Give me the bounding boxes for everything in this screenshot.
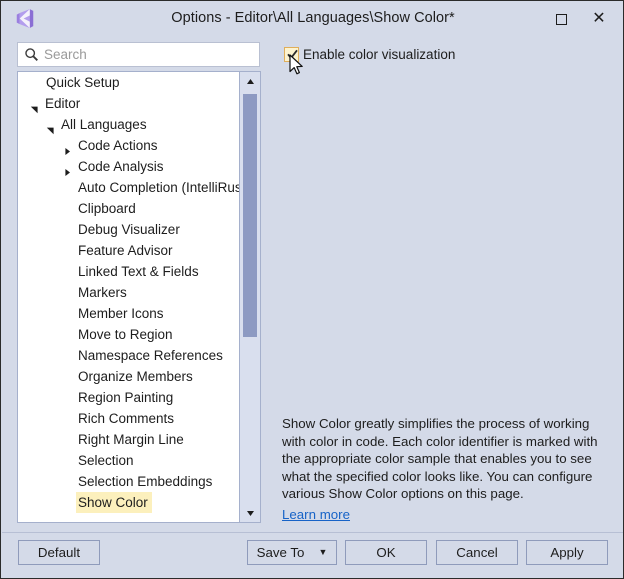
expander-collapsed-icon[interactable] xyxy=(63,162,72,176)
search-input[interactable] xyxy=(44,47,259,62)
expander-expanded-icon[interactable] xyxy=(46,120,55,135)
enable-color-visualization-row[interactable]: Enable color visualization xyxy=(284,46,455,63)
tree-item-label: Selection xyxy=(78,453,134,468)
tree-item-label: Code Actions xyxy=(78,138,158,153)
tree-item[interactable]: Editor xyxy=(18,93,239,114)
search-icon xyxy=(25,48,38,61)
tree-item-label: Linked Text & Fields xyxy=(78,264,199,279)
tree-item-label: Region Painting xyxy=(78,390,174,405)
tree-item-label: Markers xyxy=(78,285,127,300)
scrollbar-thumb[interactable] xyxy=(243,94,257,337)
tree-item[interactable]: Organize Members xyxy=(18,366,239,387)
tree-item[interactable]: Clipboard xyxy=(18,198,239,219)
enable-color-visualization-checkbox[interactable] xyxy=(284,47,299,62)
description-text: Show Color greatly simplifies the proces… xyxy=(282,416,598,501)
tree-item-label: Debug Visualizer xyxy=(78,222,180,237)
tree-item-label: Rich Comments xyxy=(78,411,175,426)
cancel-button[interactable]: Cancel xyxy=(436,540,518,565)
tree-item[interactable]: Selection xyxy=(18,450,239,471)
save-to-label: Save To xyxy=(256,545,305,560)
tree-item-label: Quick Setup xyxy=(46,75,120,90)
tree-item[interactable]: Debug Visualizer xyxy=(18,219,239,240)
scroll-up-icon xyxy=(246,78,254,84)
tree-item[interactable]: Rich Comments xyxy=(18,408,239,429)
tree-item-label: Feature Advisor xyxy=(78,243,173,258)
options-tree[interactable]: Quick Setup Editor All Languages Code Actio… xyxy=(18,72,239,522)
save-to-button[interactable]: Save To ▼ xyxy=(247,540,337,565)
maximize-button[interactable] xyxy=(542,5,580,33)
tree-item-label: Member Icons xyxy=(78,306,164,321)
tree-item[interactable]: Quick Setup xyxy=(18,72,239,93)
title-bar: Options - Editor\All Languages\Show Colo… xyxy=(2,2,623,35)
tree-item-label: Namespace References xyxy=(78,348,223,363)
window-title: Options - Editor\All Languages\Show Colo… xyxy=(171,10,455,26)
tree-item-label: Show Color xyxy=(76,492,152,513)
tree-item[interactable]: Linked Text & Fields xyxy=(18,261,239,282)
tree-item[interactable]: Region Painting xyxy=(18,387,239,408)
tree-item-label: Editor xyxy=(45,96,81,111)
tree-item[interactable]: Right Margin Line xyxy=(18,429,239,450)
default-button[interactable]: Default xyxy=(18,540,100,565)
expander-expanded-icon[interactable] xyxy=(30,99,39,114)
tree-item[interactable]: Move to Region xyxy=(18,324,239,345)
tree-item[interactable]: Markers xyxy=(18,282,239,303)
visual-studio-icon xyxy=(16,9,34,28)
tree-item-label: Code Analysis xyxy=(78,159,164,174)
ok-button[interactable]: OK xyxy=(345,540,427,565)
tree-item[interactable]: Code Analysis xyxy=(18,156,239,177)
tree-item-label: Move to Region xyxy=(78,327,173,342)
tree-item[interactable]: Selection Embeddings xyxy=(18,471,239,492)
description-panel: Show Color greatly simplifies the proces… xyxy=(282,415,602,523)
apply-button[interactable]: Apply xyxy=(526,540,608,565)
tree-item[interactable]: Member Icons xyxy=(18,303,239,324)
tree-item-label: All Languages xyxy=(61,117,147,132)
chevron-down-icon: ▼ xyxy=(318,547,328,557)
tree-item[interactable]: All Languages xyxy=(18,114,239,135)
window-controls: ✕ xyxy=(542,5,618,33)
tree-scrollbar[interactable] xyxy=(239,72,260,522)
tree-item-label: Organize Members xyxy=(78,369,193,384)
tree-item-label: Right Margin Line xyxy=(78,432,184,447)
save-to-inner: Save To ▼ xyxy=(248,545,336,560)
tree-item[interactable]: Show Color xyxy=(18,492,239,513)
scroll-up-button[interactable] xyxy=(240,72,260,90)
enable-color-visualization-label: Enable color visualization xyxy=(303,47,456,62)
close-icon: ✕ xyxy=(592,10,606,27)
close-button[interactable]: ✕ xyxy=(580,5,618,33)
tree-item[interactable]: Code Actions xyxy=(18,135,239,156)
options-tree-panel: Quick Setup Editor All Languages Code Actio… xyxy=(17,71,261,523)
learn-more-link[interactable]: Learn more xyxy=(282,506,350,524)
tree-item[interactable]: Feature Advisor xyxy=(18,240,239,261)
scroll-down-button[interactable] xyxy=(240,504,260,522)
tree-item[interactable]: Auto Completion (IntelliRush) xyxy=(18,177,239,198)
footer-divider xyxy=(2,532,623,533)
search-box[interactable] xyxy=(17,42,260,67)
maximize-icon xyxy=(555,13,567,25)
tree-item-label: Selection Embeddings xyxy=(78,474,213,489)
tree-item-label: Auto Completion (IntelliRush) xyxy=(78,180,239,195)
checkmark-icon xyxy=(287,49,298,60)
expander-collapsed-icon[interactable] xyxy=(63,141,72,155)
options-dialog: Options - Editor\All Languages\Show Colo… xyxy=(0,0,624,579)
tree-item-label: Clipboard xyxy=(78,201,136,216)
scroll-down-icon xyxy=(246,510,254,516)
tree-item[interactable]: Namespace References xyxy=(18,345,239,366)
